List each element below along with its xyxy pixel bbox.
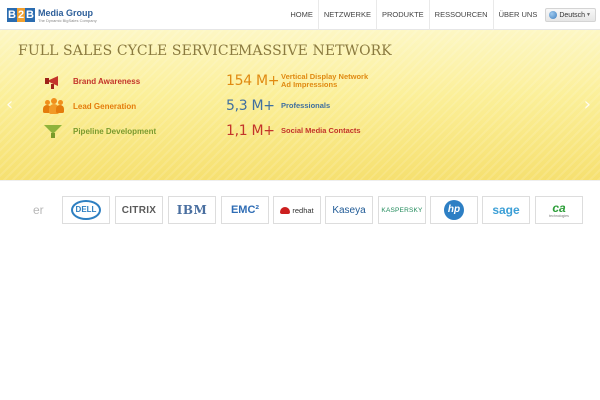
metric-social-contacts: 1,1 M+ Social Media Contacts xyxy=(226,122,361,140)
people-icon xyxy=(42,97,64,115)
main-nav: HOME NETZWERKE PRODUKTE RESSOURCEN ÜBER … xyxy=(285,0,600,30)
kaspersky-logo: KASPERSKY xyxy=(381,206,423,214)
funnel-icon xyxy=(42,122,64,140)
partner-emc[interactable]: EMC² xyxy=(221,196,269,224)
logo-letter: B xyxy=(25,8,35,22)
nav-ueber-uns[interactable]: ÜBER UNS xyxy=(494,0,543,30)
partner-hp[interactable]: hp xyxy=(430,196,478,224)
nav-produkte[interactable]: PRODUKTE xyxy=(377,0,430,30)
logo-mark: B 2 B xyxy=(7,7,35,23)
nav-ressourcen[interactable]: RESSOURCEN xyxy=(430,0,494,30)
metric-value: 154 M+ xyxy=(226,73,280,89)
services-heading: FULL SALES CYCLE SERVICE xyxy=(18,43,240,59)
ibm-logo: IBM xyxy=(176,203,208,217)
faded-partner-text: er xyxy=(33,203,44,217)
brand-tagline: The Dynamic BigSales Company xyxy=(38,17,97,23)
ca-logo: ca xyxy=(552,201,566,215)
redhat-logo: redhat xyxy=(292,205,314,215)
globe-icon xyxy=(549,11,558,19)
metric-value: 5,3 M+ xyxy=(226,98,275,114)
metric-label-line: Ad Impressions xyxy=(281,80,338,89)
language-selector[interactable]: Deutsch ▼ xyxy=(545,8,596,22)
service-label: Brand Awareness xyxy=(73,76,141,86)
logo-letter: B xyxy=(7,8,17,22)
kaseya-logo: Kaseya xyxy=(332,204,366,216)
chevron-down-icon: ▼ xyxy=(586,12,591,18)
partner-sage[interactable]: sage xyxy=(482,196,530,224)
partner-logo-strip: er DELL CITRIX IBM EMC² redhat Kaseya KA… xyxy=(0,180,600,238)
logo-letter: 2 xyxy=(17,8,25,22)
metric-ad-impressions: 154 M+ Vertical Display Network Ad Impre… xyxy=(226,72,368,90)
metric-label: Vertical Display Network Ad Impressions xyxy=(281,73,368,89)
partner-kaseya[interactable]: Kaseya xyxy=(325,196,373,224)
redhat-hat-icon xyxy=(280,206,291,214)
service-brand-awareness: Brand Awareness xyxy=(42,72,140,90)
network-heading: MASSIVE NETWORK xyxy=(238,43,392,59)
metric-label: Professionals xyxy=(281,101,331,110)
logo-text: Media Group The Dynamic BigSales Company xyxy=(38,8,97,23)
site-header: B 2 B Media Group The Dynamic BigSales C… xyxy=(0,0,600,30)
partner-kaspersky[interactable]: KASPERSKY xyxy=(378,196,426,224)
service-lead-generation: Lead Generation xyxy=(42,97,136,115)
service-label: Lead Generation xyxy=(73,101,137,111)
nav-home[interactable]: HOME xyxy=(285,0,319,30)
chevron-left-icon[interactable]: ‹ xyxy=(6,96,13,114)
megaphone-icon xyxy=(42,72,64,90)
emc-logo: EMC² xyxy=(230,204,260,216)
partner-ca[interactable]: ca technologies xyxy=(535,196,583,224)
sage-logo: sage xyxy=(492,203,520,217)
service-label: Pipeline Development xyxy=(73,126,157,136)
metric-professionals: 5,3 M+ Professionals xyxy=(226,97,330,115)
metric-value: 1,1 M+ xyxy=(226,123,275,139)
ca-tagline: technologies xyxy=(549,214,569,218)
partner-redhat[interactable]: redhat xyxy=(273,196,321,224)
dell-logo: DELL xyxy=(71,200,101,220)
metric-label: Social Media Contacts xyxy=(281,126,361,135)
citrix-logo: CITRIX xyxy=(121,204,157,216)
service-pipeline-development: Pipeline Development xyxy=(42,122,156,140)
hp-logo: hp xyxy=(444,200,464,220)
language-label: Deutsch xyxy=(559,11,586,19)
partner-citrix[interactable]: CITRIX xyxy=(115,196,163,224)
brand-name: Media Group xyxy=(38,7,94,18)
partner-dell[interactable]: DELL xyxy=(62,196,110,224)
hero-slider: ‹ › FULL SALES CYCLE SERVICE MASSIVE NET… xyxy=(0,30,600,180)
chevron-right-icon[interactable]: › xyxy=(584,96,591,114)
brand-logo[interactable]: B 2 B Media Group The Dynamic BigSales C… xyxy=(7,6,97,24)
partner-ibm[interactable]: IBM xyxy=(168,196,216,224)
nav-netzwerke[interactable]: NETZWERKE xyxy=(319,0,377,30)
